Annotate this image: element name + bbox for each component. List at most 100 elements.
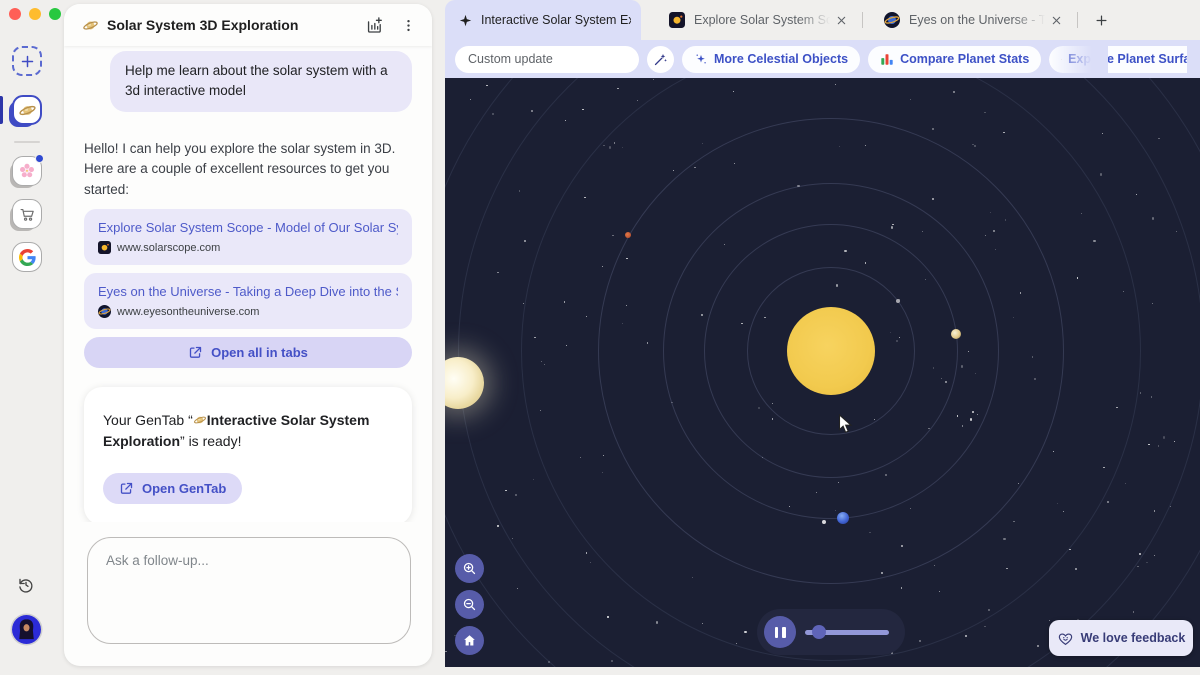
feedback-label: We love feedback: [1081, 631, 1186, 645]
zoom-out-icon: [462, 597, 477, 612]
mouse-cursor: [838, 414, 854, 434]
pill-label: Compare Planet Stats: [900, 52, 1029, 66]
eyesuniverse-favicon: [98, 305, 111, 318]
tab-separator: [1077, 12, 1078, 28]
composer: [87, 537, 411, 644]
space-tab-shopping[interactable]: [12, 199, 42, 229]
space-tab-blossom[interactable]: [12, 156, 42, 186]
open-all-in-tabs-button[interactable]: Open all in tabs: [84, 337, 412, 368]
app-rail: [0, 0, 64, 675]
home-icon: [462, 633, 477, 648]
saturn-icon: [193, 413, 207, 427]
link-title[interactable]: Eyes on the Universe - Taking a Deep Div…: [98, 284, 398, 299]
close-icon: [836, 15, 847, 26]
zoom-in-button[interactable]: [455, 554, 484, 583]
saturn-icon: [1061, 52, 1062, 67]
tab-strip: Interactive Solar System Explor... Explo…: [445, 0, 1200, 40]
user-avatar[interactable]: [12, 615, 41, 644]
magic-wand-button[interactable]: [647, 46, 674, 73]
close-window-button[interactable]: [9, 8, 21, 20]
open-in-new-icon: [119, 481, 134, 496]
zoom-window-button[interactable]: [49, 8, 61, 20]
new-tab-button[interactable]: [1089, 8, 1113, 32]
gentab-text-prefix: Your GenTab “: [103, 412, 193, 428]
chat-header: Solar System 3D Exploration: [64, 4, 432, 46]
gentab-ready-text: Your GenTab “Interactive Solar System Ex…: [103, 410, 393, 451]
avatar-image: [12, 615, 41, 644]
open-gentab-button[interactable]: Open GenTab: [103, 473, 242, 504]
tab-separator: [862, 12, 863, 28]
explore-planet-surfaces-button[interactable]: Explore Planet Surfac: [1049, 46, 1187, 73]
close-tab-button[interactable]: [833, 12, 849, 28]
pill-clip: Explore Planet Surfac: [1049, 46, 1187, 73]
feedback-button[interactable]: We love feedback: [1049, 620, 1193, 656]
gentab-toolbar: More Celestial Objects Compare Planet St…: [445, 40, 1200, 78]
gentab-ready-card: Your GenTab “Interactive Solar System Ex…: [84, 387, 412, 522]
more-celestial-objects-button[interactable]: More Celestial Objects: [682, 46, 860, 73]
close-tab-button[interactable]: [1048, 12, 1064, 28]
heart-smiley-icon: [1057, 630, 1074, 647]
open-in-new-icon: [188, 345, 203, 360]
followup-input[interactable]: [87, 537, 411, 644]
new-space-button[interactable]: [12, 46, 42, 76]
solar-system-canvas[interactable]: We love feedback: [445, 78, 1200, 667]
sparkle-icon: [694, 52, 708, 66]
four-point-star-icon: [459, 14, 472, 27]
planet-venus[interactable]: [951, 329, 961, 339]
bar-chart-icon: [880, 52, 894, 66]
playback-controls: [757, 609, 905, 655]
google-g-icon: [19, 249, 36, 266]
custom-update-input[interactable]: [455, 46, 639, 73]
undo-button[interactable]: [1195, 48, 1200, 70]
tab-eyes-on-universe[interactable]: Eyes on the Universe - Taking: [870, 0, 1070, 40]
eyesuniverse-favicon: [884, 12, 900, 28]
user-message-bubble: Help me learn about the solar system wit…: [110, 51, 412, 112]
chat-menu-button[interactable]: [398, 15, 418, 35]
chat-messages: Help me learn about the solar system wit…: [64, 46, 432, 522]
assistant-message: Hello! I can help you explore the solar …: [84, 139, 414, 202]
saturn-icon: [82, 17, 99, 34]
planet-mars[interactable]: [625, 232, 631, 238]
link-card[interactable]: Eyes on the Universe - Taking a Deep Div…: [84, 273, 412, 329]
link-title[interactable]: Explore Solar System Scope - Model of Ou…: [98, 220, 398, 235]
history-icon: [17, 576, 35, 594]
link-url: www.solarscope.com: [117, 242, 220, 254]
chat-panel: Solar System 3D Exploration Help me lear…: [64, 4, 432, 666]
saturn-icon: [18, 101, 37, 120]
pill-label: More Celestial Objects: [714, 52, 848, 66]
window-controls: [9, 8, 61, 20]
pause-icon: [775, 627, 779, 638]
sun[interactable]: [787, 307, 875, 395]
history-button[interactable]: [17, 576, 35, 594]
rail-divider: [14, 141, 40, 143]
toolbar-right-icons: [1195, 48, 1200, 70]
active-space-indicator: [0, 96, 3, 124]
open-all-label: Open all in tabs: [211, 345, 308, 360]
new-gentab-button[interactable]: [364, 15, 384, 35]
space-tab-solar-system[interactable]: [12, 95, 42, 125]
pause-button[interactable]: [764, 616, 796, 648]
tab-solar-system-scope[interactable]: Explore Solar System Scope -: [655, 0, 855, 40]
speed-slider[interactable]: [805, 625, 889, 639]
plus-dashed-icon: [20, 54, 35, 69]
tab-interactive-solar-system[interactable]: Interactive Solar System Explor...: [445, 0, 641, 40]
tab-label: Interactive Solar System Explor...: [481, 13, 631, 27]
bottom-strip: [445, 667, 1200, 675]
tab-label: Explore Solar System Scope -: [694, 13, 833, 27]
planet-mercury[interactable]: [896, 299, 900, 303]
moon: [822, 520, 826, 524]
planet-earth[interactable]: [837, 512, 849, 524]
zoom-out-button[interactable]: [455, 590, 484, 619]
new-gentab-icon: [365, 16, 384, 35]
link-url: www.eyesontheuniverse.com: [117, 306, 259, 318]
notification-dot: [35, 154, 44, 163]
home-view-button[interactable]: [455, 626, 484, 655]
link-card[interactable]: Explore Solar System Scope - Model of Ou…: [84, 209, 412, 265]
blossom-icon: [18, 162, 36, 180]
chat-title: Solar System 3D Exploration: [107, 17, 350, 33]
compare-planet-stats-button[interactable]: Compare Planet Stats: [868, 46, 1041, 73]
slider-thumb[interactable]: [812, 625, 826, 639]
google-button[interactable]: [12, 242, 42, 272]
minimize-window-button[interactable]: [29, 8, 41, 20]
cart-icon: [19, 206, 36, 223]
